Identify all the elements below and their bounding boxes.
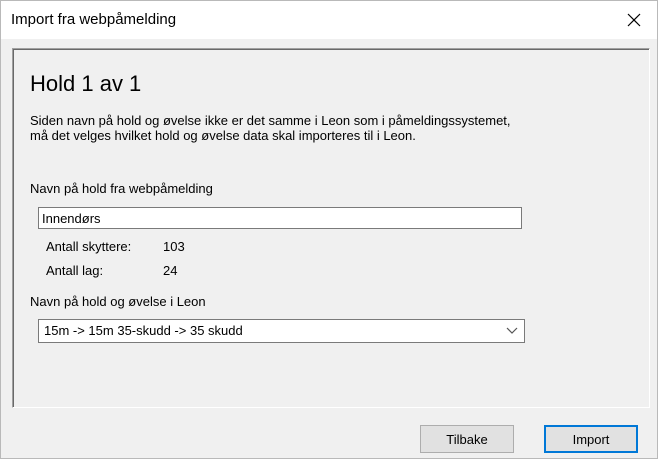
- shooters-count-value: 103: [163, 239, 185, 254]
- description-text: Siden navn på hold og øvelse ikke er det…: [30, 113, 511, 143]
- close-icon: [627, 13, 641, 27]
- leon-team-selected: 15m -> 15m 35-skudd -> 35 skudd: [44, 323, 243, 338]
- leon-team-select[interactable]: 15m -> 15m 35-skudd -> 35 skudd: [38, 319, 525, 343]
- title-bar: Import fra webpåmelding: [1, 1, 657, 39]
- import-button[interactable]: Import: [544, 425, 638, 453]
- chevron-down-icon[interactable]: [506, 327, 518, 335]
- window-title: Import fra webpåmelding: [11, 11, 177, 28]
- page-title: Hold 1 av 1: [30, 71, 142, 96]
- teams-count-label: Antall lag:: [46, 263, 104, 278]
- back-button[interactable]: Tilbake: [420, 425, 514, 453]
- close-button[interactable]: [611, 1, 657, 39]
- import-dialog: Import fra webpåmelding Hold 1 av 1 Side…: [0, 0, 658, 459]
- shooters-count-label: Antall skyttere:: [46, 239, 132, 254]
- leon-team-label: Navn på hold og øvelse i Leon: [30, 294, 206, 309]
- teams-count-value: 24: [163, 263, 178, 278]
- web-team-field[interactable]: [38, 207, 522, 229]
- web-team-label: Navn på hold fra webpåmelding: [30, 181, 213, 196]
